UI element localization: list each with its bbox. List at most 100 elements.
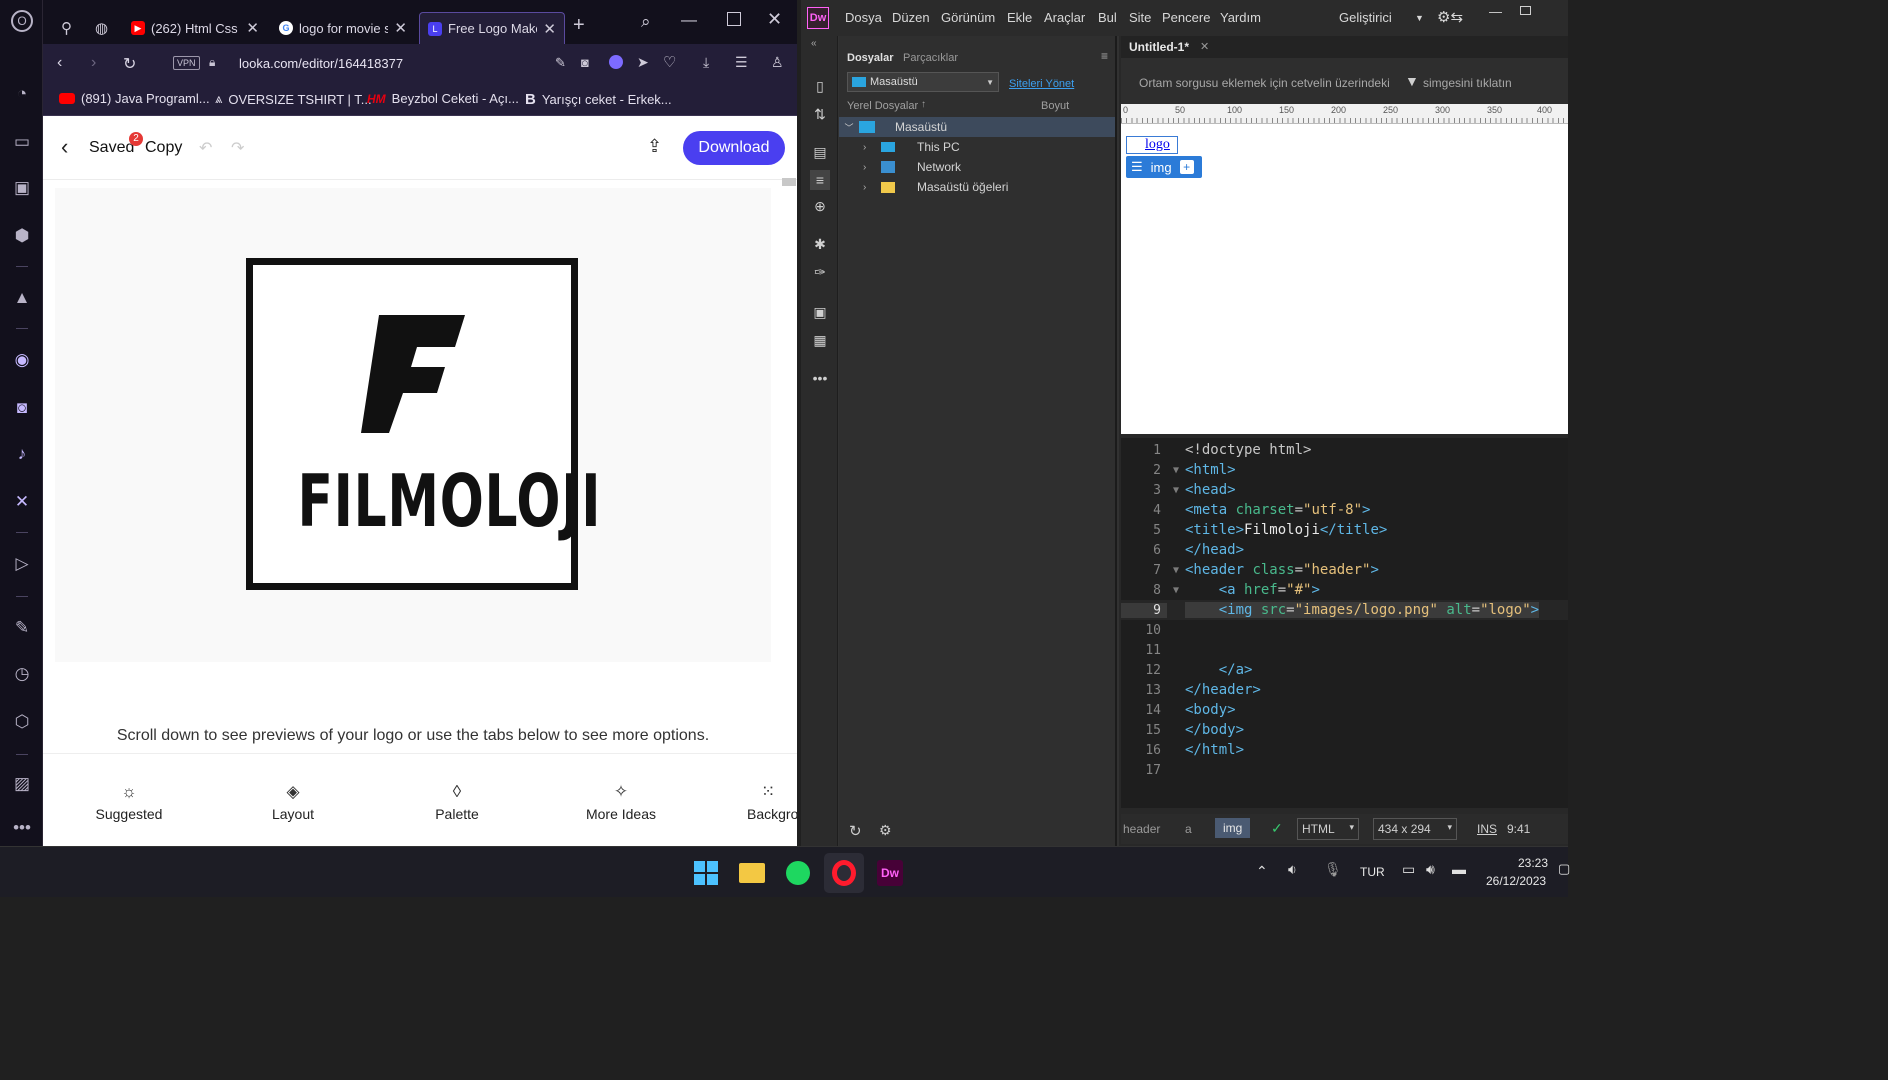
x-twitter-icon[interactable]: ✕ — [10, 490, 34, 514]
assets-icon[interactable]: ✑ — [810, 262, 830, 282]
line-number[interactable]: 10 — [1121, 623, 1167, 638]
code-line[interactable]: 1 <!doctype html> — [1121, 440, 1568, 460]
back-icon[interactable]: ‹ — [57, 54, 62, 72]
code-line[interactable]: 15 </body> — [1121, 720, 1568, 740]
microphone-icon[interactable]: 🎙︎ — [1324, 861, 1342, 878]
line-number[interactable]: 2 — [1121, 463, 1167, 478]
pinboard-icon[interactable]: ✎ — [10, 616, 34, 640]
line-number[interactable]: 8 — [1121, 583, 1167, 598]
history-icon[interactable]: ◷ — [10, 662, 34, 686]
css-designer-icon[interactable]: ✱ — [810, 234, 830, 254]
extensions-icon[interactable]: ⬡ — [10, 710, 34, 734]
redo-icon[interactable]: ↷ — [231, 138, 244, 158]
close-tab-icon[interactable]: ✕ — [543, 20, 556, 38]
camera-icon[interactable]: ◙ — [581, 55, 589, 70]
url-field[interactable]: looka.com/editor/164418377 — [239, 56, 403, 71]
menu-site[interactable]: Site — [1129, 10, 1151, 25]
heart-icon[interactable]: ♡ — [663, 53, 676, 71]
code-line[interactable]: 7 ▼ <header class="header"> — [1121, 560, 1568, 580]
speaker-icon[interactable]: 🔉︎ — [1288, 861, 1297, 878]
menu-bul[interactable]: Bul — [1098, 10, 1117, 25]
sync-settings-icon[interactable]: ⚙⇆ — [1437, 8, 1463, 26]
code-line[interactable]: 17 — [1121, 760, 1568, 780]
forward-icon[interactable]: › — [91, 54, 96, 72]
tab-youtube[interactable]: ▶ (262) Html Css ile ✕ — [123, 12, 267, 44]
line-number[interactable]: 9 — [1121, 602, 1167, 618]
aria-ai-icon[interactable]: ▲ — [10, 286, 34, 310]
network-icon[interactable]: ▭ — [1402, 861, 1415, 878]
code-line[interactable]: 12 </a> — [1121, 660, 1568, 680]
spotify-button[interactable] — [778, 853, 818, 893]
file-explorer-button[interactable] — [732, 853, 772, 893]
menu-araclar[interactable]: Araçlar — [1044, 10, 1085, 25]
tree-item-this-pc[interactable]: › This PC — [839, 137, 1115, 157]
doc-type-select[interactable]: HTML ▾ — [1297, 818, 1359, 840]
location-dropdown[interactable]: Masaüstü ▼ — [847, 72, 999, 92]
code-line[interactable]: 5 <title>Filmoloji</title> — [1121, 520, 1568, 540]
code-line[interactable]: 2 ▼ <html> — [1121, 460, 1568, 480]
fold-toggle-icon[interactable]: ▼ — [1167, 565, 1185, 576]
edit-icon[interactable]: ✎ — [555, 55, 566, 71]
tab-more-ideas[interactable]: ✧ More Ideas — [561, 782, 681, 822]
bookmark-item[interactable]: B Yarışçı ceket - Erkek... — [525, 91, 672, 108]
start-button[interactable] — [686, 853, 726, 893]
clock-date[interactable]: 26/12/2023 — [1486, 874, 1546, 888]
download-icon[interactable]: ⤓ — [703, 54, 709, 71]
line-number[interactable]: 13 — [1121, 683, 1167, 698]
behaviors-icon[interactable]: ▦ — [810, 330, 830, 350]
bookmark-item[interactable]: ⩓ OVERSIZE TSHIRT | T... — [215, 91, 372, 107]
crypto-wallet-icon[interactable]: ⬢ — [10, 224, 34, 248]
close-window-icon[interactable]: ✕ — [767, 9, 782, 30]
minimize-icon[interactable]: — — [681, 12, 697, 30]
refresh-icon[interactable]: ↻ — [849, 822, 862, 840]
tiktok-icon[interactable]: ♪ — [10, 442, 34, 466]
scrollbar[interactable] — [782, 178, 796, 186]
insert-icon[interactable]: ⊕ — [810, 196, 830, 216]
bookmark-item[interactable]: HM Beyzbol Ceketi - Açı... — [367, 91, 519, 106]
chevron-down-icon[interactable]: ▼ — [1415, 13, 1424, 23]
tab-background[interactable]: ⁙ Backgro — [725, 782, 797, 822]
dreamweaver-button[interactable]: Dw — [870, 853, 910, 893]
connect-icon[interactable]: ⚙ — [879, 822, 892, 839]
document-tab[interactable]: Untitled-1* — [1129, 40, 1189, 54]
code-line[interactable]: 11 — [1121, 640, 1568, 660]
tab-google[interactable]: G logo for movie s ✕ — [271, 12, 415, 44]
menu-gorunum[interactable]: Görünüm — [941, 10, 995, 25]
code-view[interactable]: 1 <!doctype html> 2 ▼ <html> 3 ▼ <head> 4 <meta c… — [1121, 438, 1568, 808]
fold-toggle-icon[interactable]: ▼ — [1167, 465, 1185, 476]
line-number[interactable]: 5 — [1121, 523, 1167, 538]
bookmark-item[interactable]: (891) Java Programl... — [59, 91, 210, 106]
twitch-icon[interactable]: ▣ — [10, 176, 34, 200]
clock-time[interactable]: 23:23 — [1518, 856, 1548, 870]
tab-files[interactable]: Dosyalar — [847, 52, 893, 64]
share-icon[interactable]: ⇪ — [647, 136, 662, 157]
tab-search-icon[interactable]: ⌕ — [641, 12, 651, 32]
opera-logo-icon[interactable]: O — [11, 10, 33, 32]
new-tab-button[interactable]: + — [573, 14, 585, 37]
easy-setup-icon[interactable]: ☰ — [735, 54, 748, 71]
hamburger-menu-icon[interactable]: ☰ — [1131, 159, 1143, 175]
tree-item-desktop-items[interactable]: › Masaüstü öğeleri — [839, 177, 1115, 197]
fold-toggle-icon[interactable]: ▼ — [1167, 585, 1185, 596]
panel-menu-icon[interactable]: ≡ — [1101, 49, 1108, 63]
line-number[interactable]: 1 — [1121, 443, 1167, 458]
tab-game[interactable]: ⚲ — [53, 12, 87, 44]
window-size-select[interactable]: 434 x 294 ▾ — [1373, 818, 1457, 840]
reload-icon[interactable]: ↻ — [123, 54, 136, 74]
line-number[interactable]: 7 — [1121, 563, 1167, 578]
more-tools-icon[interactable]: ••• — [810, 368, 830, 388]
code-line[interactable]: 6 </head> — [1121, 540, 1568, 560]
validation-ok-icon[interactable]: ✓ — [1271, 820, 1283, 837]
tree-item-desktop[interactable]: ﹀ Masaüstü — [839, 117, 1115, 137]
dom-panel-icon[interactable]: ≡ — [810, 170, 830, 190]
new-document-icon[interactable]: ▯ — [810, 76, 830, 96]
menu-ekle[interactable]: Ekle — [1007, 10, 1032, 25]
speed-dial-icon[interactable]: ◔ — [10, 82, 34, 106]
tab-globe[interactable]: ◍ — [87, 12, 121, 44]
battery-icon[interactable]: ▬ — [1452, 861, 1466, 877]
ruler[interactable]: 0 50 100 150 200 250 300 350 400 — [1121, 104, 1568, 124]
close-tab-icon[interactable]: ✕ — [394, 19, 407, 37]
more-options-icon[interactable]: ••• — [10, 816, 34, 840]
workspace-switcher[interactable]: Geliştirici — [1339, 10, 1392, 25]
tree-item-network[interactable]: › Network — [839, 157, 1115, 177]
